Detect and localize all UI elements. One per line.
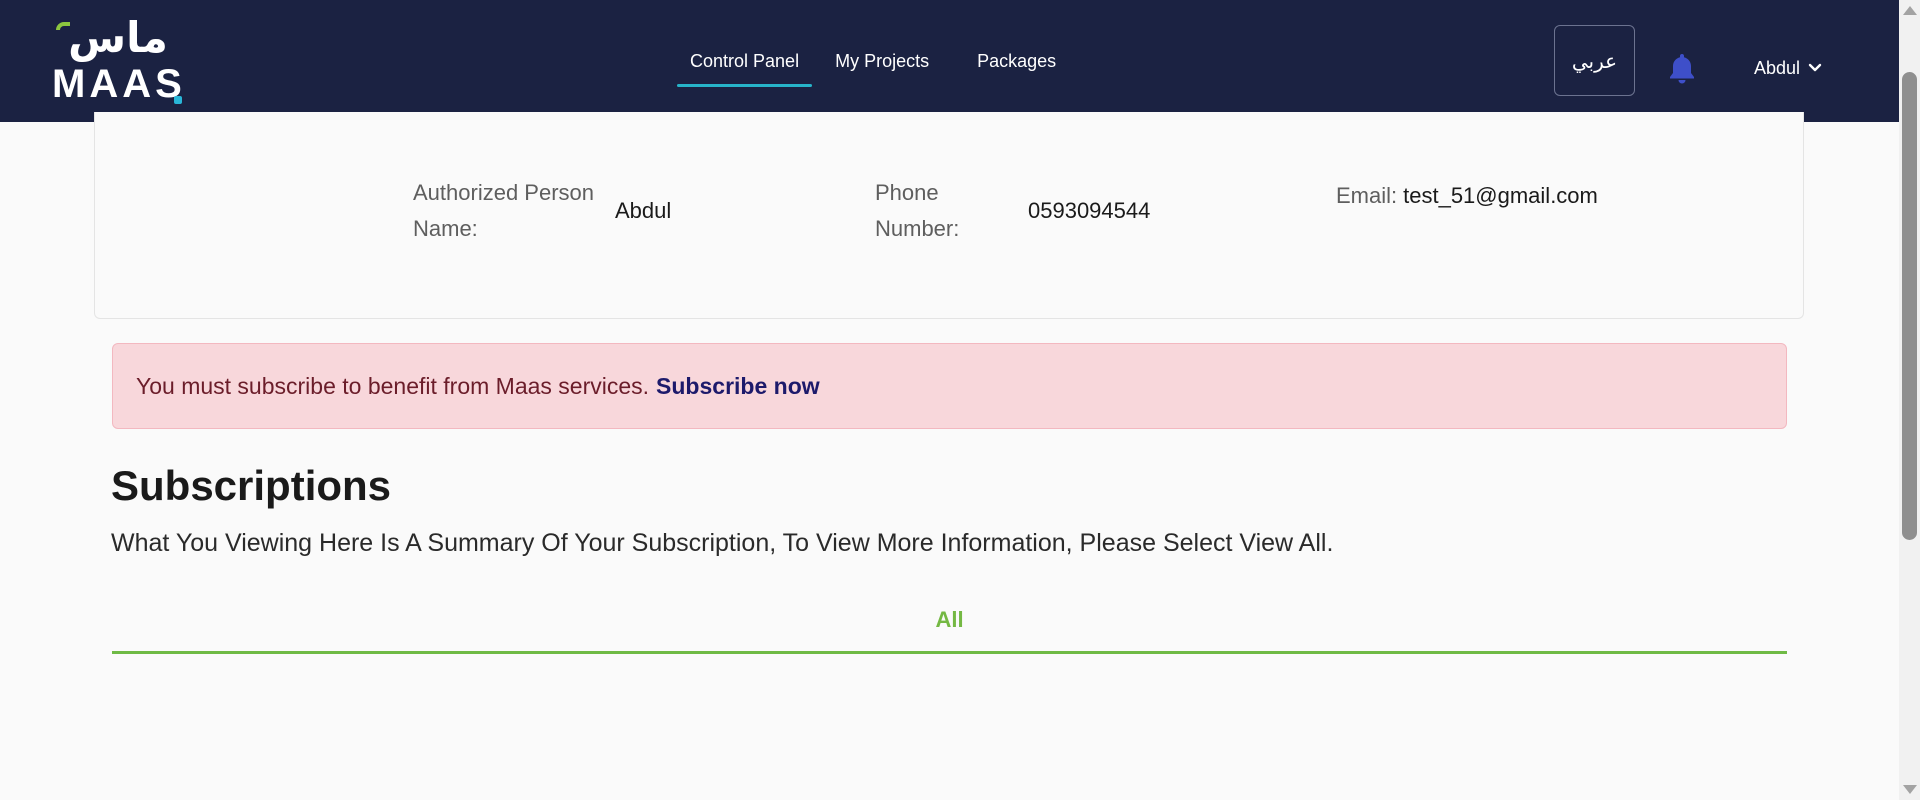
email-value: test_51@gmail.com [1403, 183, 1598, 208]
tab-all[interactable]: All [112, 600, 1787, 654]
subscription-alert: You must subscribe to benefit from Maas … [112, 343, 1787, 429]
user-menu[interactable]: Abdul [1754, 56, 1822, 80]
bell-icon[interactable] [1668, 52, 1696, 84]
main-nav: Control Panel My Projects Packages [677, 0, 1091, 122]
nav-control-panel[interactable]: Control Panel [677, 0, 813, 88]
scroll-thumb[interactable] [1902, 72, 1917, 540]
phone-value: 0593094544 [1028, 198, 1151, 223]
nav-control-panel-label: Control Panel [690, 51, 800, 71]
logo-blue-accent [174, 96, 182, 104]
user-name: Abdul [1754, 57, 1801, 78]
subscribe-now-link[interactable]: Subscribe now [656, 373, 820, 400]
maas-logo[interactable]: ماس MAAS [52, 13, 186, 106]
nav-packages-label: Packages [977, 51, 1057, 71]
top-navbar: ماس MAAS Control Panel My Projects Packa… [0, 0, 1899, 122]
nav-my-projects-label: My Projects [835, 51, 930, 71]
subscriptions-title: Subscriptions [111, 462, 392, 509]
logo-arabic-text: ماس [68, 13, 168, 62]
logo-latin-text: MAAS [52, 62, 186, 106]
subscriptions-description: What You Viewing Here Is A Summary Of Yo… [111, 529, 1334, 557]
scroll-down-arrow-icon[interactable] [1903, 785, 1917, 794]
nav-packages[interactable]: Packages [964, 0, 1069, 88]
authorized-person-value: Abdul [615, 198, 672, 223]
page-scrollbar[interactable] [1899, 0, 1920, 800]
authorized-person-field: Authorized Person Name: Abdul [413, 175, 671, 247]
profile-info-card: Authorized Person Name: Abdul Phone Numb… [94, 112, 1804, 319]
language-toggle-button[interactable]: عربي [1554, 25, 1635, 96]
phone-label: Phone Number: [875, 180, 960, 241]
nav-my-projects[interactable]: My Projects [822, 0, 942, 88]
chevron-down-icon [1808, 63, 1822, 73]
scroll-up-arrow-icon[interactable] [1903, 6, 1917, 15]
alert-message: You must subscribe to benefit from Maas … [136, 372, 650, 399]
email-field: Email: test_51@gmail.com [1336, 182, 1598, 210]
email-label: Email: [1336, 183, 1398, 208]
page: ماس MAAS Control Panel My Projects Packa… [0, 0, 1920, 800]
authorized-person-label: Authorized Person Name: [413, 180, 594, 241]
phone-field: Phone Number: 0593094544 [875, 175, 1150, 247]
